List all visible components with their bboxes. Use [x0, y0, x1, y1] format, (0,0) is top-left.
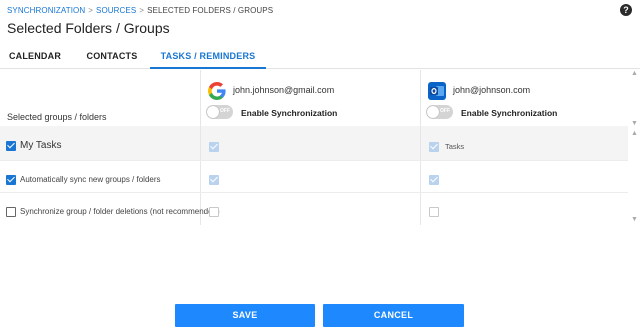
- row-label-my-tasks: My Tasks: [20, 140, 62, 151]
- account-column-google: john.johnson@gmail.com OFF Enable Synchr…: [200, 70, 420, 126]
- sync-deletions-outlook-checkbox: [429, 207, 439, 217]
- breadcrumb-separator: >: [139, 6, 145, 15]
- help-icon[interactable]: ?: [620, 4, 632, 16]
- scroll-up-icon[interactable]: ▲: [631, 70, 638, 77]
- google-icon: [208, 82, 226, 100]
- scroll-down-icon[interactable]: ▼: [631, 216, 638, 223]
- tab-tasks-reminders[interactable]: TASKS / REMINDERS: [150, 44, 266, 69]
- my-tasks-checkbox[interactable]: [6, 141, 16, 151]
- outlook-icon: [428, 82, 446, 100]
- my-tasks-outlook-checkbox: [429, 142, 439, 152]
- sync-deletions-checkbox[interactable]: [6, 207, 16, 217]
- auto-sync-outlook-checkbox: [429, 175, 439, 185]
- row-label-sync-deletions: Synchronize group / folder deletions (no…: [20, 207, 220, 216]
- sync-toggle[interactable]: OFF: [426, 105, 453, 119]
- toggle-state: OFF: [220, 108, 230, 114]
- cancel-button[interactable]: CANCEL: [323, 304, 464, 327]
- tab-bar: CALENDAR CONTACTS TASKS / REMINDERS: [0, 44, 640, 69]
- sync-toggle[interactable]: OFF: [206, 105, 233, 119]
- scroll-up-icon[interactable]: ▲: [631, 130, 638, 137]
- breadcrumb-synchronization[interactable]: SYNCHRONIZATION: [7, 6, 85, 15]
- breadcrumb-sources[interactable]: SOURCES: [96, 6, 136, 15]
- auto-sync-checkbox[interactable]: [6, 175, 16, 185]
- toggle-knob: [427, 106, 439, 118]
- scroll-down-icon[interactable]: ▼: [631, 120, 638, 127]
- breadcrumb-separator: >: [88, 6, 94, 15]
- save-button[interactable]: SAVE: [175, 304, 315, 327]
- row-label-auto-sync: Automatically sync new groups / folders: [20, 175, 161, 184]
- vertical-scrollbar[interactable]: ▲ ▼ ▲ ▼: [628, 70, 640, 225]
- account-column-outlook: john@johnson.com OFF Enable Synchronizat…: [420, 70, 628, 126]
- tab-calendar[interactable]: CALENDAR: [0, 44, 70, 69]
- my-tasks-google-checkbox: [209, 142, 219, 152]
- toggle-state: OFF: [440, 108, 450, 114]
- page-title: Selected Folders / Groups: [7, 20, 170, 36]
- tab-contacts[interactable]: CONTACTS: [74, 44, 150, 69]
- sync-deletions-google-checkbox: [209, 207, 219, 217]
- toggle-knob: [207, 106, 219, 118]
- account-email: john.johnson@gmail.com: [233, 85, 335, 95]
- enable-sync-label: Enable Synchronization: [241, 108, 338, 118]
- breadcrumb: SYNCHRONIZATION > SOURCES > SELECTED FOLDERS…: [7, 6, 273, 15]
- row-divider: [0, 160, 628, 161]
- selected-groups-header: Selected groups / folders: [7, 112, 107, 122]
- row-divider: [0, 192, 628, 193]
- outlook-folder-name: Tasks: [445, 142, 465, 151]
- row-highlight: [0, 126, 628, 160]
- enable-sync-label: Enable Synchronization: [461, 108, 558, 118]
- folders-table: Selected groups / folders john.johnson@g…: [0, 70, 640, 225]
- auto-sync-google-checkbox: [209, 175, 219, 185]
- breadcrumb-current: SELECTED FOLDERS / GROUPS: [147, 6, 274, 15]
- account-email: john@johnson.com: [453, 85, 531, 95]
